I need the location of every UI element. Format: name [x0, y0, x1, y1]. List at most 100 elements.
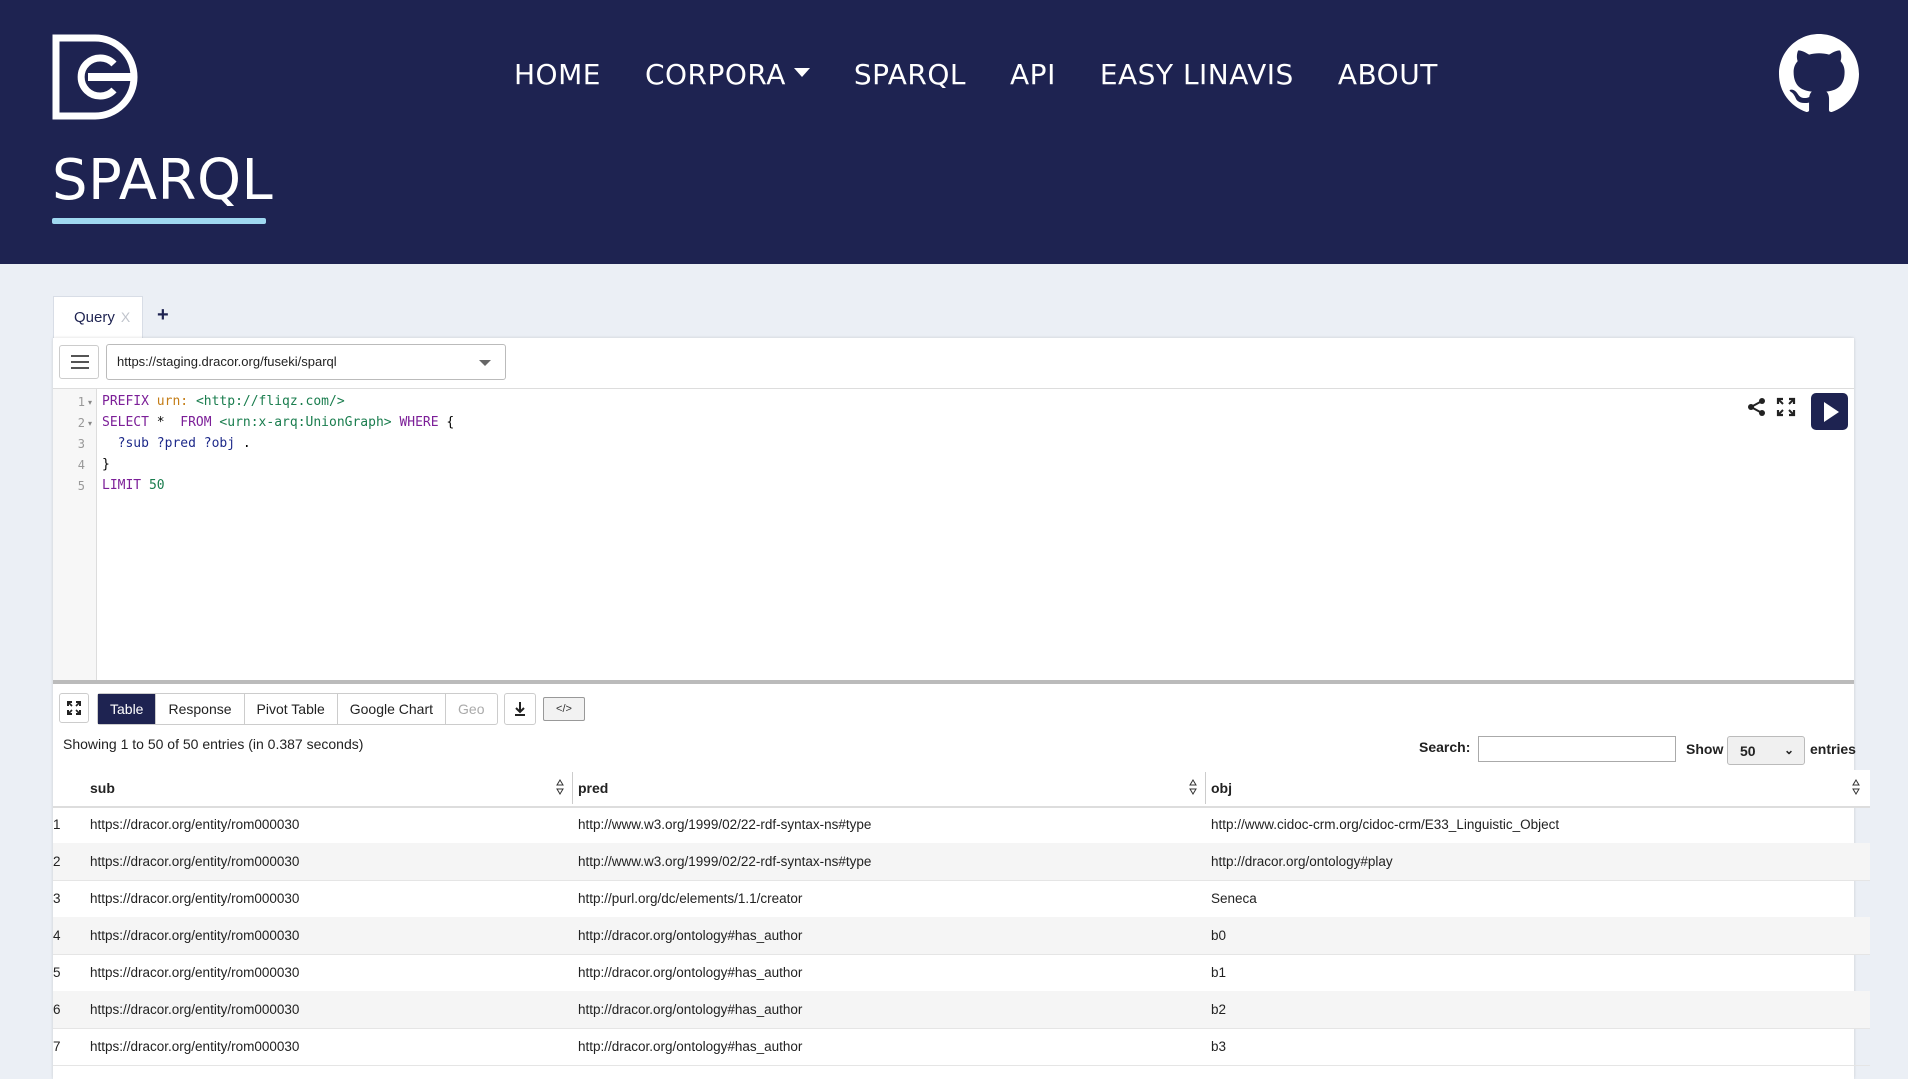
code-keyword: LIMIT — [102, 478, 142, 493]
cell-obj: b3 — [1211, 1039, 1227, 1054]
code-line: PREFIX urn: <http://fliqz.com/> — [102, 394, 345, 409]
nav-easy-linavis[interactable]: EASY LINAVIS — [1100, 58, 1294, 91]
nav-sparql[interactable]: SPARQL — [854, 58, 966, 91]
table-row: 2 https://dracor.org/entity/rom000030 ht… — [53, 843, 1870, 881]
code-keyword: SELECT — [102, 415, 149, 430]
share-icon[interactable] — [1747, 397, 1767, 417]
code-line: SELECT * FROM <urn:x-arq:UnionGraph> WHE… — [102, 415, 454, 430]
table-row: 6 https://dracor.org/entity/rom000030 ht… — [53, 991, 1870, 1029]
sort-icon[interactable] — [1188, 777, 1198, 797]
tab-response[interactable]: Response — [156, 694, 245, 724]
page-title: SPARQL — [52, 148, 274, 213]
code-number: 50 — [148, 478, 165, 493]
line-number: 4 — [77, 458, 85, 472]
cell-pred[interactable]: http://purl.org/dc/elements/1.1/creator — [578, 891, 802, 906]
line-number: 2 — [77, 416, 85, 430]
query-panel: https://staging.dracor.org/fuseki/sparql… — [53, 338, 1870, 1079]
row-number: 2 — [53, 854, 61, 869]
editor-resize-handle[interactable] — [53, 680, 1854, 684]
column-separator — [1205, 772, 1206, 804]
github-icon[interactable] — [1779, 34, 1859, 114]
results-summary: Showing 1 to 50 of 50 entries (in 0.387 … — [63, 736, 364, 752]
fold-icon[interactable]: ▾ — [88, 398, 92, 407]
row-number: 3 — [53, 891, 61, 906]
nav-corpora[interactable]: CORPORA — [645, 58, 810, 91]
nav-home[interactable]: HOME — [514, 58, 601, 91]
code-star: * — [156, 415, 165, 430]
cell-pred[interactable]: http://dracor.org/ontology#has_author — [578, 1002, 802, 1017]
table-header: sub pred obj — [53, 770, 1870, 808]
code-brace: } — [102, 457, 110, 472]
nav-api[interactable]: API — [1010, 58, 1056, 91]
dracor-logo-icon[interactable] — [52, 34, 138, 120]
column-header-sub[interactable]: sub — [90, 780, 115, 796]
search-input[interactable] — [1478, 736, 1676, 762]
title-underline — [52, 218, 266, 224]
cell-obj: b0 — [1211, 928, 1227, 943]
cell-sub[interactable]: https://dracor.org/entity/rom000030 — [90, 965, 299, 980]
row-number: 5 — [53, 965, 61, 980]
row-number: 4 — [53, 928, 61, 943]
code-prefix: urn: — [156, 394, 189, 409]
cell-sub[interactable]: https://dracor.org/entity/rom000030 — [90, 891, 299, 906]
cell-sub[interactable]: https://dracor.org/entity/rom000030 — [90, 817, 299, 832]
menu-button[interactable] — [59, 345, 99, 379]
hamburger-icon — [71, 367, 89, 369]
line-number: 5 — [77, 479, 85, 493]
cell-pred[interactable]: http://dracor.org/ontology#has_author — [578, 965, 802, 980]
close-tab-icon[interactable]: X — [121, 309, 130, 325]
cell-sub[interactable]: https://dracor.org/entity/rom000030 — [90, 1002, 299, 1017]
sort-icon[interactable] — [1851, 777, 1861, 797]
tab-geo: Geo — [458, 701, 485, 717]
code-line: } — [102, 457, 110, 472]
sort-icon[interactable] — [555, 777, 565, 797]
download-button[interactable] — [504, 693, 536, 725]
code-keyword: FROM — [180, 415, 212, 430]
cell-pred[interactable]: http://www.w3.org/1999/02/22-rdf-syntax-… — [578, 854, 871, 869]
tab-google-chart[interactable]: Google Chart — [338, 694, 447, 724]
column-header-obj[interactable]: obj — [1211, 780, 1232, 796]
tab-query-label: Query — [74, 309, 115, 326]
cell-sub[interactable]: https://dracor.org/entity/rom000030 — [90, 854, 299, 869]
tab-query[interactable]: Query X — [53, 296, 143, 338]
cell-obj[interactable]: http://www.cidoc-crm.org/cidoc-crm/E33_L… — [1211, 817, 1559, 832]
nav-corpora-label: CORPORA — [644, 58, 786, 91]
cell-pred[interactable]: http://dracor.org/ontology#has_author — [578, 928, 802, 943]
code-keyword: WHERE — [399, 415, 439, 430]
cell-pred[interactable]: http://dracor.org/ontology#has_author — [578, 1039, 802, 1054]
expand-results-button[interactable] — [59, 693, 89, 723]
expand-icon — [67, 701, 81, 715]
cell-obj: b2 — [1211, 1002, 1227, 1017]
column-header-pred[interactable]: pred — [578, 780, 608, 796]
cell-obj: b1 — [1211, 965, 1227, 980]
tab-pivot-table[interactable]: Pivot Table — [245, 694, 338, 724]
page-size-select[interactable]: 50 ⌄ — [1727, 736, 1805, 765]
embed-code-button[interactable]: </> — [543, 697, 585, 721]
cell-obj[interactable]: http://dracor.org/ontology#play — [1211, 854, 1393, 869]
table-row: 1 https://dracor.org/entity/rom000030 ht… — [53, 806, 1870, 844]
code-dot: . — [242, 436, 251, 451]
run-query-button[interactable] — [1811, 393, 1848, 430]
add-tab-button[interactable]: + — [157, 304, 169, 327]
fullscreen-icon[interactable] — [1776, 397, 1796, 417]
code-line: ?sub ?pred ?obj . — [102, 436, 251, 451]
cell-sub[interactable]: https://dracor.org/entity/rom000030 — [90, 928, 299, 943]
main-nav: HOME CORPORA SPARQL API EASY LINAVIS ABO… — [514, 58, 1482, 91]
column-separator — [572, 772, 573, 804]
hamburger-icon — [71, 361, 89, 363]
page-size-value: 50 — [1740, 743, 1756, 759]
cell-sub[interactable]: https://dracor.org/entity/rom000030 — [90, 1039, 299, 1054]
play-icon — [1824, 402, 1839, 422]
tab-table[interactable]: Table — [98, 694, 157, 724]
fold-icon[interactable]: ▾ — [88, 419, 92, 428]
hamburger-icon — [71, 355, 89, 357]
row-number: 7 — [53, 1039, 61, 1054]
table-row: 3 https://dracor.org/entity/rom000030 ht… — [53, 880, 1870, 918]
line-number: 1 — [77, 395, 85, 409]
cell-pred[interactable]: http://www.w3.org/1999/02/22-rdf-syntax-… — [578, 817, 871, 832]
line-gutter: 1 ▾ 2 ▾ 3 4 5 — [53, 389, 97, 681]
nav-about[interactable]: ABOUT — [1338, 58, 1438, 91]
endpoint-select[interactable]: https://staging.dracor.org/fuseki/sparql — [106, 344, 506, 380]
query-editor[interactable]: 1 ▾ 2 ▾ 3 4 5 PREFIX urn: <http://fliqz.… — [53, 388, 1854, 681]
code-uri: <http://fliqz.com/> — [195, 394, 345, 409]
